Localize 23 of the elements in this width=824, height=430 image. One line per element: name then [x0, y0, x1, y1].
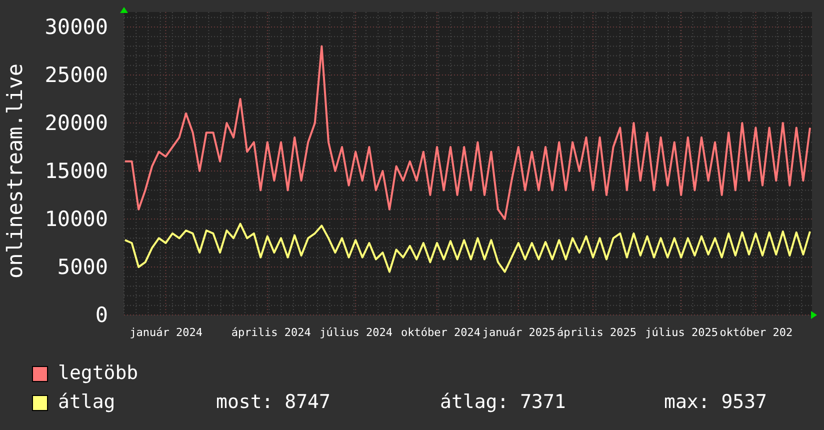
legend-stat: átlag: 7371 — [440, 391, 567, 414]
axis-label: 5000 — [57, 255, 108, 279]
arrow-icon — [811, 311, 817, 319]
axis-label: 30000 — [44, 15, 108, 39]
axis-label: április 2025 — [556, 326, 636, 339]
axis-label: október 202 — [720, 326, 793, 339]
axis-label: 10000 — [44, 207, 108, 231]
axis-label: 25000 — [44, 63, 108, 87]
axis-label: július 2024 — [320, 326, 392, 339]
arrow-icon — [120, 7, 128, 13]
legend-label: legtöbb — [58, 362, 140, 385]
legend-label: átlag — [58, 391, 116, 414]
legend-stat: most: 8747 — [216, 391, 332, 414]
legend-stat: max: 9537 — [664, 391, 767, 414]
axis-label: július 2025 — [645, 326, 718, 339]
axis-label: 0 — [95, 303, 108, 327]
axis-label: október 2024 — [400, 326, 480, 339]
axis-label: január 2024 — [130, 326, 203, 339]
axis-label: április 2024 — [231, 326, 311, 339]
axis-label: 20000 — [44, 111, 108, 135]
axis-title: onlinestream.live — [3, 64, 27, 278]
axis-label: 15000 — [44, 159, 108, 183]
axis-label: január 2025 — [482, 326, 556, 339]
